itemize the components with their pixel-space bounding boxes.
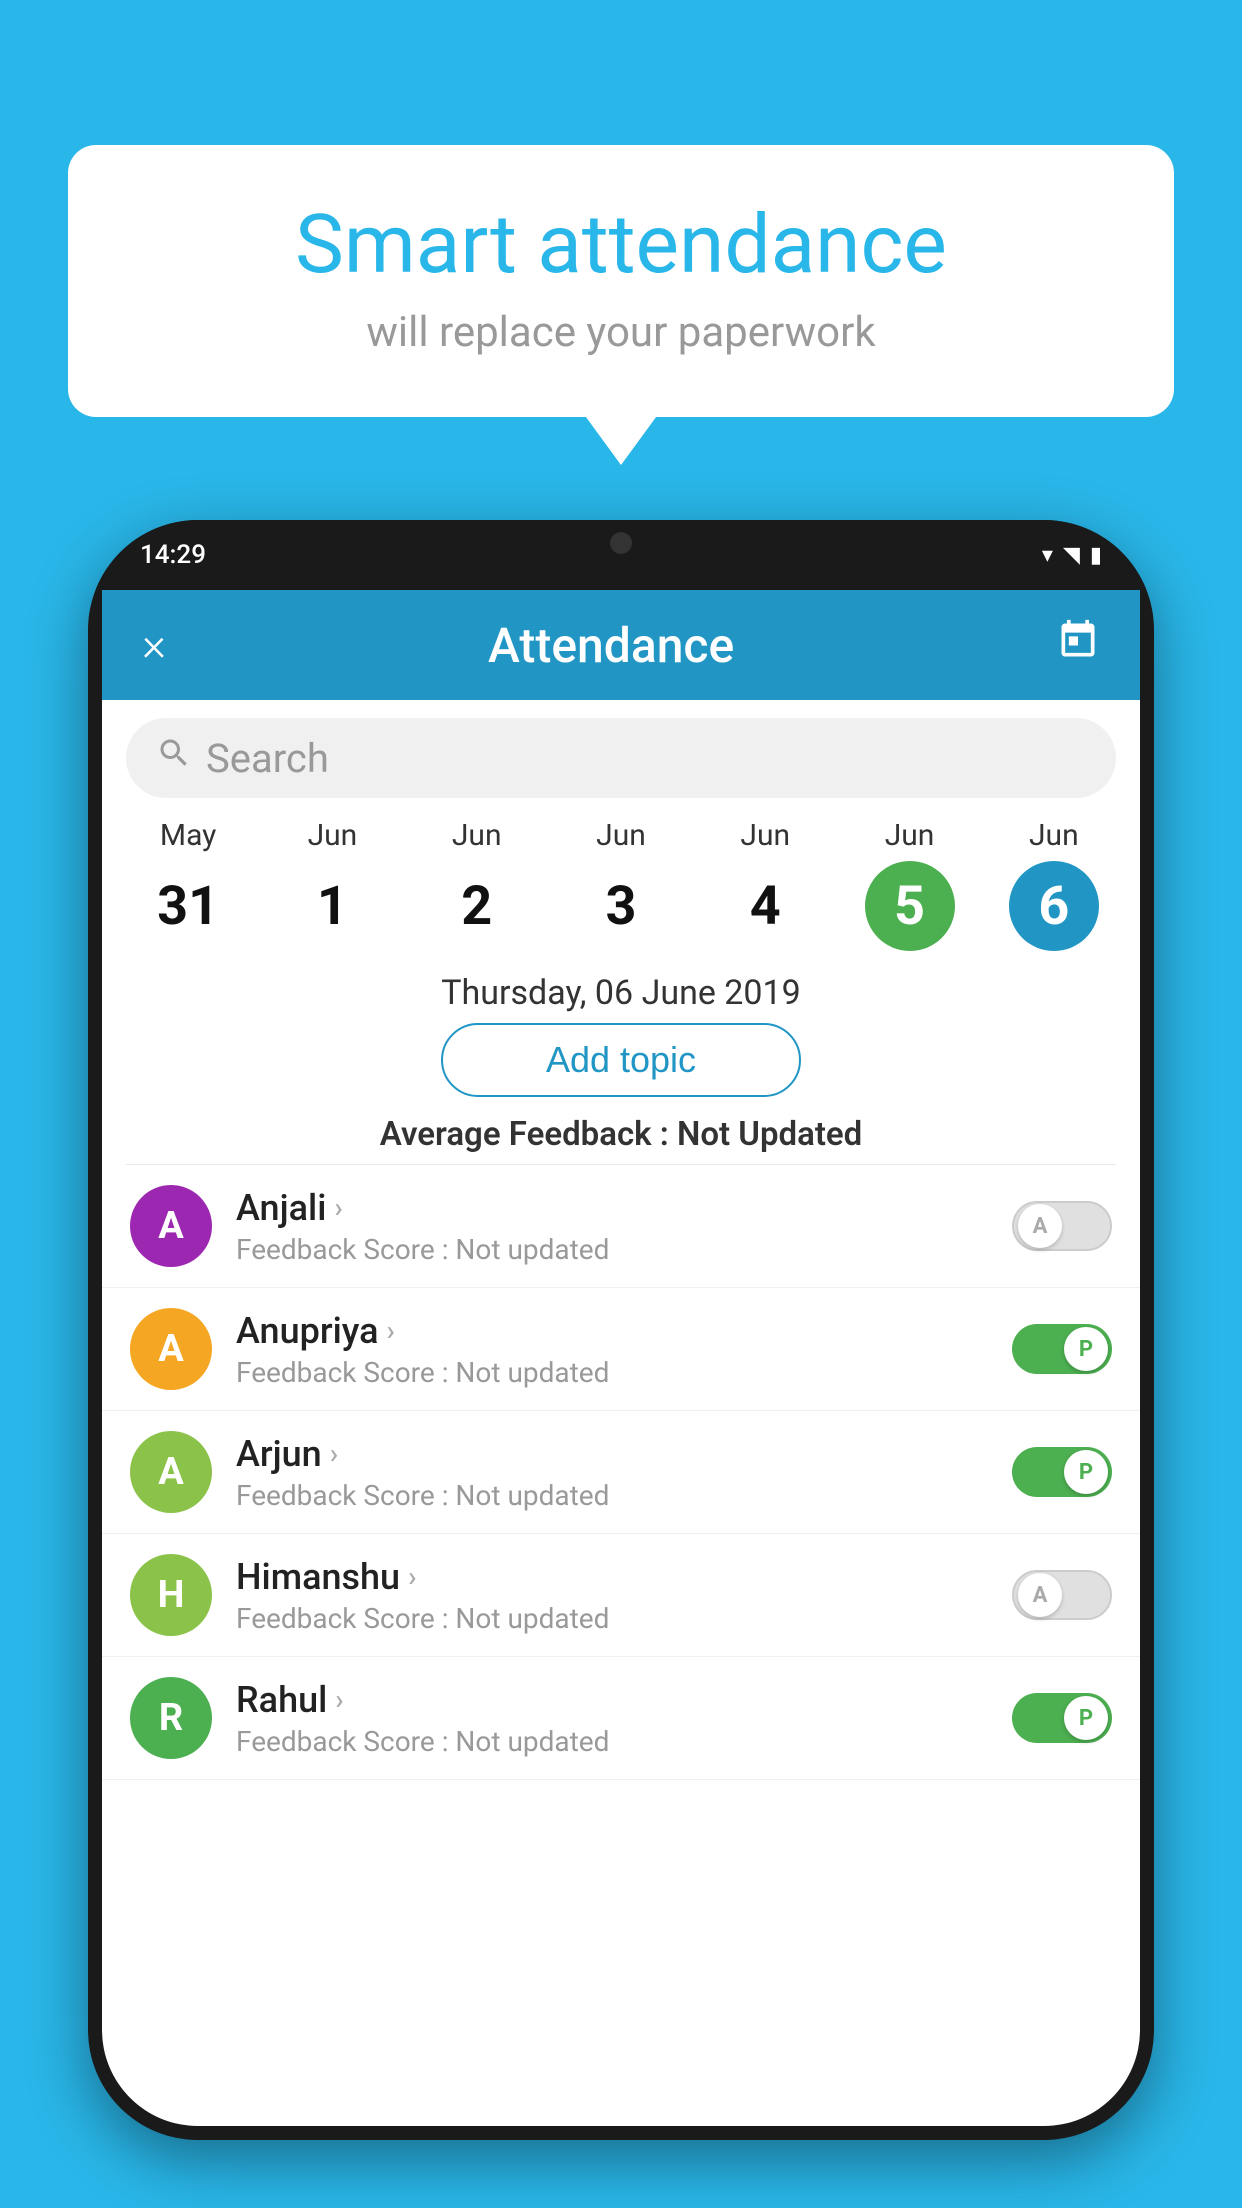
phone-frame: 14:29 ▾ ◥ ▮ × Attendance bbox=[88, 520, 1154, 2140]
selected-date-label: Thursday, 06 June 2019 bbox=[102, 973, 1140, 1013]
avatar: A bbox=[130, 1431, 212, 1513]
student-name: Arjun › bbox=[236, 1433, 988, 1475]
feedback-score: Feedback Score : Not updated bbox=[236, 1356, 988, 1389]
student-row[interactable]: A Anjali › Feedback Score : Not updated A bbox=[102, 1165, 1140, 1288]
search-bar[interactable]: Search bbox=[126, 718, 1116, 798]
date-month: Jun bbox=[1029, 818, 1079, 853]
date-col-1[interactable]: Jun 1 bbox=[272, 818, 392, 951]
avatar: R bbox=[130, 1677, 212, 1759]
student-name: Anupriya › bbox=[236, 1310, 988, 1352]
date-number[interactable]: 5 bbox=[865, 861, 955, 951]
status-bar: 14:29 ▾ ◥ ▮ bbox=[88, 520, 1154, 590]
student-row[interactable]: A Arjun › Feedback Score : Not updated P bbox=[102, 1411, 1140, 1534]
chevron-right-icon: › bbox=[330, 1437, 338, 1470]
date-month: Jun bbox=[308, 818, 358, 853]
status-time: 14:29 bbox=[140, 540, 206, 570]
student-info: Himanshu › Feedback Score : Not updated bbox=[236, 1556, 988, 1635]
student-list: AAnjali ›Feedback Score : Not updatedAAA… bbox=[102, 1165, 1140, 1780]
date-col-0[interactable]: May 31 bbox=[128, 818, 248, 951]
student-row[interactable]: H Himanshu › Feedback Score : Not updated A bbox=[102, 1534, 1140, 1657]
date-month: Jun bbox=[452, 818, 502, 853]
toggle-knob: A bbox=[1018, 1573, 1062, 1617]
date-row: May 31 Jun 1 Jun 2 Jun 3 Jun 4 Jun 5 Jun 6 bbox=[102, 808, 1140, 951]
app-header: × Attendance bbox=[102, 590, 1140, 700]
date-number[interactable]: 4 bbox=[720, 861, 810, 951]
speech-bubble-subtitle: will replace your paperwork bbox=[128, 308, 1114, 357]
date-number[interactable]: 2 bbox=[432, 861, 522, 951]
date-col-3[interactable]: Jun 3 bbox=[561, 818, 681, 951]
date-number[interactable]: 3 bbox=[576, 861, 666, 951]
student-row[interactable]: R Rahul › Feedback Score : Not updated P bbox=[102, 1657, 1140, 1780]
camera-dot bbox=[610, 532, 632, 554]
header-title: Attendance bbox=[488, 617, 734, 674]
speech-bubble: Smart attendance will replace your paper… bbox=[68, 145, 1174, 417]
feedback-score: Feedback Score : Not updated bbox=[236, 1602, 988, 1635]
date-month: Jun bbox=[740, 818, 790, 853]
attendance-toggle[interactable]: A bbox=[1012, 1201, 1112, 1251]
date-month: Jun bbox=[596, 818, 646, 853]
student-info: Anjali › Feedback Score : Not updated bbox=[236, 1187, 988, 1266]
chevron-right-icon: › bbox=[334, 1191, 342, 1224]
status-icons: ▾ ◥ ▮ bbox=[1042, 543, 1102, 568]
attendance-toggle[interactable]: A bbox=[1012, 1570, 1112, 1620]
student-name: Rahul › bbox=[236, 1679, 988, 1721]
student-info: Arjun › Feedback Score : Not updated bbox=[236, 1433, 988, 1512]
feedback-score: Feedback Score : Not updated bbox=[236, 1233, 988, 1266]
date-month: May bbox=[160, 818, 216, 853]
date-number[interactable]: 1 bbox=[287, 861, 377, 951]
student-info: Anupriya › Feedback Score : Not updated bbox=[236, 1310, 988, 1389]
date-col-6[interactable]: Jun 6 bbox=[994, 818, 1114, 951]
student-name: Anjali › bbox=[236, 1187, 988, 1229]
close-button[interactable]: × bbox=[142, 618, 166, 672]
date-month: Jun bbox=[885, 818, 935, 853]
calendar-icon[interactable] bbox=[1056, 618, 1100, 672]
app-screen: × Attendance Search May31Jun1Jun2Jun3Jun… bbox=[102, 590, 1140, 2126]
wifi-icon: ▾ bbox=[1042, 543, 1053, 568]
toggle-knob: P bbox=[1064, 1696, 1108, 1740]
feedback-score: Feedback Score : Not updated bbox=[236, 1479, 988, 1512]
toggle-knob: P bbox=[1064, 1327, 1108, 1371]
student-name: Himanshu › bbox=[236, 1556, 988, 1598]
search-icon bbox=[156, 735, 192, 781]
date-number[interactable]: 6 bbox=[1009, 861, 1099, 951]
student-row[interactable]: A Anupriya › Feedback Score : Not updated P bbox=[102, 1288, 1140, 1411]
date-col-4[interactable]: Jun 4 bbox=[705, 818, 825, 951]
date-number[interactable]: 31 bbox=[143, 861, 233, 951]
attendance-toggle[interactable]: P bbox=[1012, 1693, 1112, 1743]
feedback-score: Feedback Score : Not updated bbox=[236, 1725, 988, 1758]
chevron-right-icon: › bbox=[408, 1560, 416, 1593]
phone-notch bbox=[561, 520, 681, 565]
toggle-knob: P bbox=[1064, 1450, 1108, 1494]
search-input[interactable]: Search bbox=[206, 735, 329, 782]
avatar: A bbox=[130, 1308, 212, 1390]
speech-bubble-title: Smart attendance bbox=[128, 200, 1114, 290]
attendance-toggle[interactable]: P bbox=[1012, 1447, 1112, 1497]
chevron-right-icon: › bbox=[387, 1314, 395, 1347]
add-topic-button[interactable]: Add topic bbox=[441, 1023, 801, 1097]
attendance-toggle[interactable]: P bbox=[1012, 1324, 1112, 1374]
avatar: A bbox=[130, 1185, 212, 1267]
date-col-5[interactable]: Jun 5 bbox=[850, 818, 970, 951]
avg-feedback: Average Feedback : Not Updated bbox=[102, 1115, 1140, 1154]
date-col-2[interactable]: Jun 2 bbox=[417, 818, 537, 951]
signal-icon: ◥ bbox=[1063, 543, 1080, 568]
toggle-knob: A bbox=[1018, 1204, 1062, 1248]
battery-icon: ▮ bbox=[1090, 543, 1102, 568]
avatar: H bbox=[130, 1554, 212, 1636]
chevron-right-icon: › bbox=[335, 1683, 343, 1716]
student-info: Rahul › Feedback Score : Not updated bbox=[236, 1679, 988, 1758]
